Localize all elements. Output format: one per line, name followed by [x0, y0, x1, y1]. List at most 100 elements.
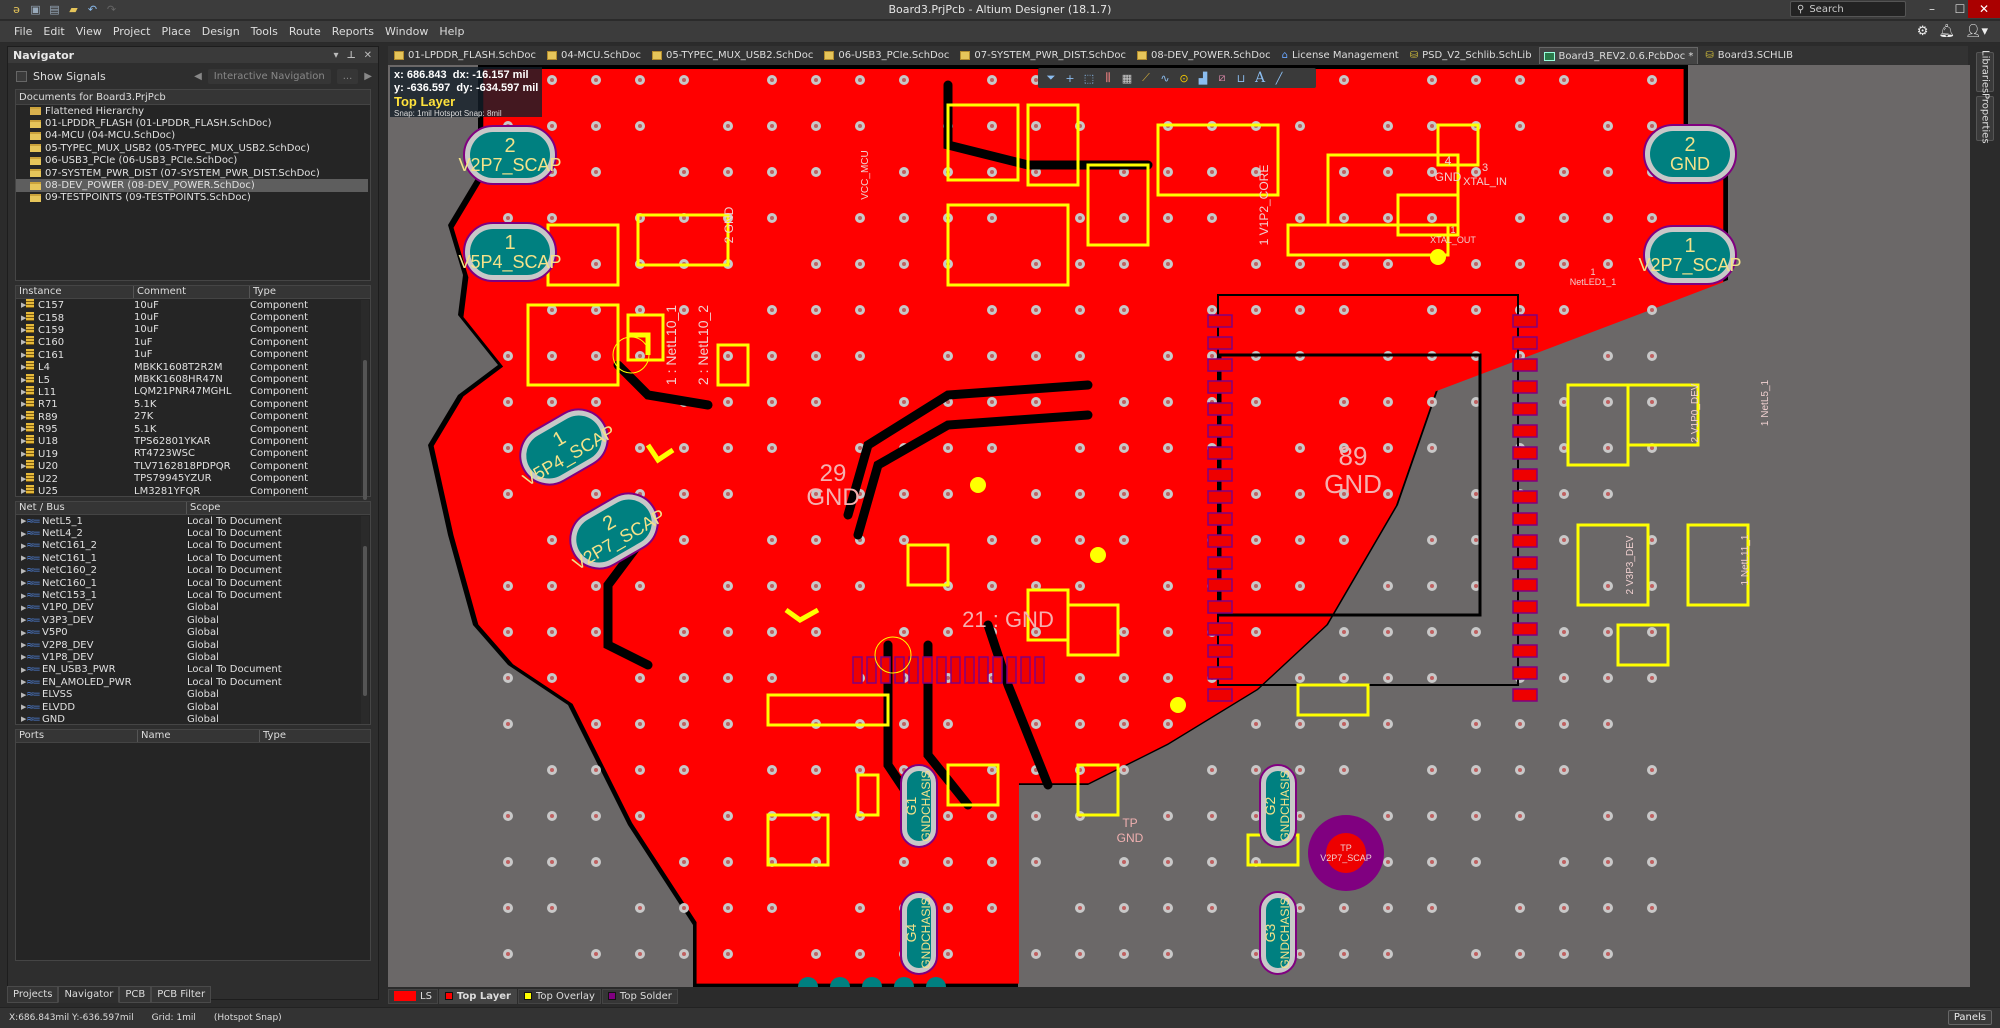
document-item[interactable]: 05-TYPEC_MUX_USB2 (05-TYPEC_MUX_USB2.Sch…: [16, 142, 370, 154]
expand-icon[interactable]: ▶: [16, 413, 26, 421]
expand-icon[interactable]: ▶: [16, 616, 26, 624]
expand-icon[interactable]: ▶: [16, 487, 26, 495]
expand-icon[interactable]: ▶: [16, 653, 26, 661]
expand-icon[interactable]: ▶: [16, 567, 26, 575]
crosshair-icon[interactable]: +: [1062, 70, 1078, 86]
expand-icon[interactable]: ▶: [16, 388, 26, 396]
expand-icon[interactable]: ▶: [16, 400, 26, 408]
pcb-board-drawing[interactable]: 2V2P7_SCAP1V5P4_SCAP2GND1V2P7_SCAP1V5P4_…: [388, 65, 1970, 987]
menu-file[interactable]: File: [14, 25, 32, 38]
menu-place[interactable]: Place: [161, 25, 190, 38]
menu-project[interactable]: Project: [113, 25, 151, 38]
instance-row[interactable]: ▶ U18 TPS62801YKAR Component: [16, 435, 370, 447]
expand-icon[interactable]: ▶: [16, 450, 26, 458]
menu-route[interactable]: Route: [289, 25, 321, 38]
col-comment[interactable]: Comment: [134, 286, 250, 298]
doc-tab[interactable]: ⛁ Board3.SCHLIB: [1701, 47, 1797, 64]
net-row[interactable]: ▶ ≈= NetC161_1 Local To Document: [16, 552, 370, 564]
instance-row[interactable]: ▶ C157 10uF Component: [16, 299, 370, 311]
document-item[interactable]: 07-SYSTEM_PWR_DIST (07-SYSTEM_PWR_DIST.S…: [16, 167, 370, 179]
net-row[interactable]: ▶ ≈= V1P0_DEV Global: [16, 602, 370, 614]
net-row[interactable]: ▶ ≈= NetL5_1 Local To Document: [16, 515, 370, 527]
pin-icon[interactable]: ⊥: [346, 50, 355, 61]
col-name[interactable]: Name: [138, 730, 260, 742]
doc-tab[interactable]: 05-TYPEC_MUX_USB2.SchDoc: [648, 47, 817, 64]
instance-row[interactable]: ▶ C158 10uF Component: [16, 311, 370, 324]
net-row[interactable]: ▶ ≈= NetC160_2 Local To Document: [16, 565, 370, 577]
document-item[interactable]: 09-TESTPOINTS (09-TESTPOINTS.SchDoc): [16, 192, 370, 204]
net-row[interactable]: ▶ ≈= ELVSS Global: [16, 688, 370, 700]
expand-icon[interactable]: ▶: [16, 363, 26, 371]
instance-row[interactable]: ▶ L11 LQM21PNR47MGHL Component: [16, 385, 370, 398]
expand-icon[interactable]: ▶: [16, 666, 26, 674]
dimension-icon[interactable]: ⊔: [1233, 70, 1249, 86]
instances-scrollbar[interactable]: [361, 300, 369, 500]
panel-menu-icon[interactable]: ▾: [333, 50, 338, 61]
expand-icon[interactable]: ▶: [16, 425, 26, 433]
libraries-panel-tab[interactable]: Libraries: [1976, 50, 1994, 94]
menu-help[interactable]: Help: [439, 25, 464, 38]
nets-scrollbar[interactable]: [361, 516, 369, 724]
expand-icon[interactable]: ▶: [16, 326, 26, 334]
pcb-canvas[interactable]: 2 V2P7_SCAP 1 V5P4_SCAP 2 GND 1 V2P7_SCAP 1 V5P4_…: [388, 65, 1970, 987]
panels-button[interactable]: Panels: [1947, 1010, 1992, 1025]
col-scope[interactable]: Scope: [187, 502, 367, 514]
instance-row[interactable]: ▶ R71 5.1K Component: [16, 398, 370, 410]
tab-pcb[interactable]: PCB: [119, 986, 152, 1003]
component-icon[interactable]: ▦: [1119, 70, 1135, 86]
menu-design[interactable]: Design: [202, 25, 240, 38]
panel-close-icon[interactable]: ✕: [364, 50, 372, 61]
col-type[interactable]: Type: [250, 286, 370, 298]
expand-icon[interactable]: ▶: [16, 462, 26, 470]
menu-tools[interactable]: Tools: [251, 25, 278, 38]
via-icon[interactable]: ⊙: [1176, 70, 1192, 86]
gear-icon[interactable]: ⚙: [1917, 24, 1929, 39]
net-row[interactable]: ▶ ≈= EN_AMOLED_PWR Local To Document: [16, 676, 370, 688]
interactive-navigation-button[interactable]: Interactive Navigation: [207, 68, 331, 84]
expand-icon[interactable]: ▶: [16, 301, 26, 309]
net-row[interactable]: ▶ ≈= V5P0 Global: [16, 627, 370, 639]
expand-icon[interactable]: ▶: [16, 592, 26, 600]
expand-icon[interactable]: ▶: [16, 579, 26, 587]
document-item[interactable]: 04-MCU (04-MCU.SchDoc): [16, 130, 370, 142]
col-port-type[interactable]: Type: [260, 730, 370, 742]
expand-icon[interactable]: ▶: [16, 715, 26, 723]
net-row[interactable]: ▶ ≈= NetC160_1 Local To Document: [16, 577, 370, 589]
menu-reports[interactable]: Reports: [332, 25, 374, 38]
bell-icon[interactable]: 🔔︎: [1938, 24, 1955, 39]
properties-panel-tab[interactable]: Properties: [1976, 93, 1994, 144]
text-icon[interactable]: A: [1252, 70, 1268, 86]
instance-row[interactable]: ▶ U25 LM3281YFQR Component: [16, 485, 370, 497]
minimize-button[interactable]: –: [1918, 0, 1946, 18]
doc-tab[interactable]: 01-LPDDR_FLASH.SchDoc: [390, 47, 540, 64]
show-signals-checkbox[interactable]: [16, 70, 27, 82]
diff-pair-icon[interactable]: ∿: [1157, 70, 1173, 86]
net-row[interactable]: ▶ ≈= V3P3_DEV Global: [16, 614, 370, 626]
document-item[interactable]: 01-LPDDR_FLASH (01-LPDDR_FLASH.SchDoc): [16, 117, 370, 129]
expand-icon[interactable]: ▶: [16, 376, 26, 384]
line-icon[interactable]: ╱: [1271, 70, 1287, 86]
polygon-icon[interactable]: ▟: [1195, 70, 1211, 86]
expand-icon[interactable]: ▶: [16, 691, 26, 699]
net-row[interactable]: ▶ ≈= NetC153_1 Local To Document: [16, 589, 370, 601]
route-icon[interactable]: ⟋: [1138, 70, 1154, 86]
col-net-bus[interactable]: Net / Bus: [16, 502, 187, 514]
doc-tab[interactable]: 06-USB3_PCIe.SchDoc: [820, 47, 953, 64]
expand-icon[interactable]: ▶: [16, 351, 26, 359]
net-row[interactable]: ▶ ≈= ELVDD Global: [16, 701, 370, 713]
instance-row[interactable]: ▶ U19 RT4723WSC Component: [16, 447, 370, 460]
search-input[interactable]: ⚲ Search: [1790, 1, 1906, 17]
filter-icon[interactable]: ⏷: [1043, 70, 1059, 86]
doc-tab[interactable]: 07-SYSTEM_PWR_DIST.SchDoc: [956, 47, 1130, 64]
col-ports[interactable]: Ports: [16, 730, 138, 742]
instance-row[interactable]: ▶ L4 MBKK1608T2R2M Component: [16, 361, 370, 373]
col-instance[interactable]: Instance: [16, 286, 134, 298]
expand-icon[interactable]: ▶: [16, 554, 26, 562]
align-icon[interactable]: ⫼: [1100, 70, 1116, 86]
expand-icon[interactable]: ▶: [16, 542, 26, 550]
instance-row[interactable]: ▶ U22 TPS79945YZUR Component: [16, 472, 370, 485]
layer-tab-top-layer[interactable]: Top Layer: [438, 988, 517, 1004]
more-button[interactable]: ...: [336, 68, 359, 84]
layer-tab-top-solder[interactable]: Top Solder: [601, 988, 678, 1004]
instance-row[interactable]: ▶ C159 10uF Component: [16, 323, 370, 336]
